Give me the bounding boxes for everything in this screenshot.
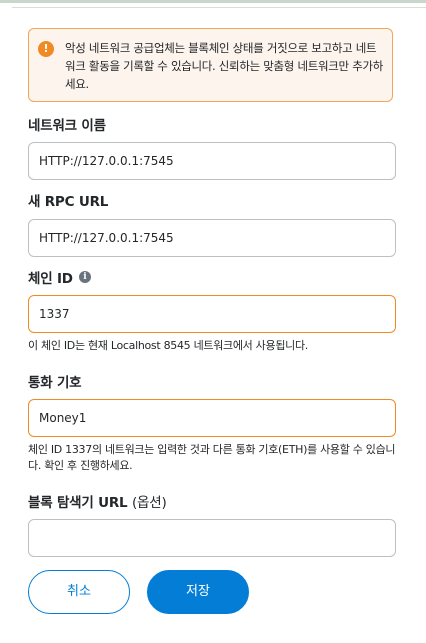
currency-symbol-input[interactable]	[28, 399, 396, 437]
warning-text: 악성 네트워크 공급업체는 블록체인 상태를 거짓으로 보고하고 네트워크 활동…	[65, 41, 384, 91]
network-name-input[interactable]	[28, 142, 396, 180]
save-button[interactable]: 저장	[147, 570, 249, 614]
network-name-label: 네트워크 이름	[28, 118, 106, 134]
exclamation-icon: !	[38, 41, 54, 57]
block-explorer-input[interactable]	[28, 519, 396, 557]
cancel-button[interactable]: 취소	[28, 570, 130, 614]
top-divider-line	[12, 7, 426, 8]
chain-id-label: 체인 ID	[28, 271, 73, 287]
warning-banner: ! 악성 네트워크 공급업체는 블록체인 상태를 거짓으로 보고하고 네트워크 …	[28, 28, 393, 102]
currency-symbol-label: 통화 기호	[28, 375, 82, 391]
info-icon[interactable]: i	[79, 271, 91, 283]
rpc-url-label: 새 RPC URL	[28, 194, 109, 210]
rpc-url-input[interactable]	[28, 219, 396, 257]
block-explorer-label-text: 블록 탐색기 URL	[28, 495, 128, 511]
add-network-page: ! 악성 네트워크 공급업체는 블록체인 상태를 거짓으로 보고하고 네트워크 …	[0, 0, 426, 643]
block-explorer-label: 블록 탐색기 URL (옵션)	[28, 491, 167, 511]
currency-symbol-warning-text: 체인 ID 1337의 네트워크는 입력한 것과 다른 통화 기호(ETH)를 …	[28, 443, 396, 472]
chain-id-help-text: 이 체인 ID는 현재 Localhost 8545 네트워크에서 사용됩니다.	[28, 339, 308, 352]
chain-id-input[interactable]	[28, 295, 396, 333]
optional-tag: (옵션)	[131, 495, 167, 511]
top-divider	[0, 0, 426, 3]
